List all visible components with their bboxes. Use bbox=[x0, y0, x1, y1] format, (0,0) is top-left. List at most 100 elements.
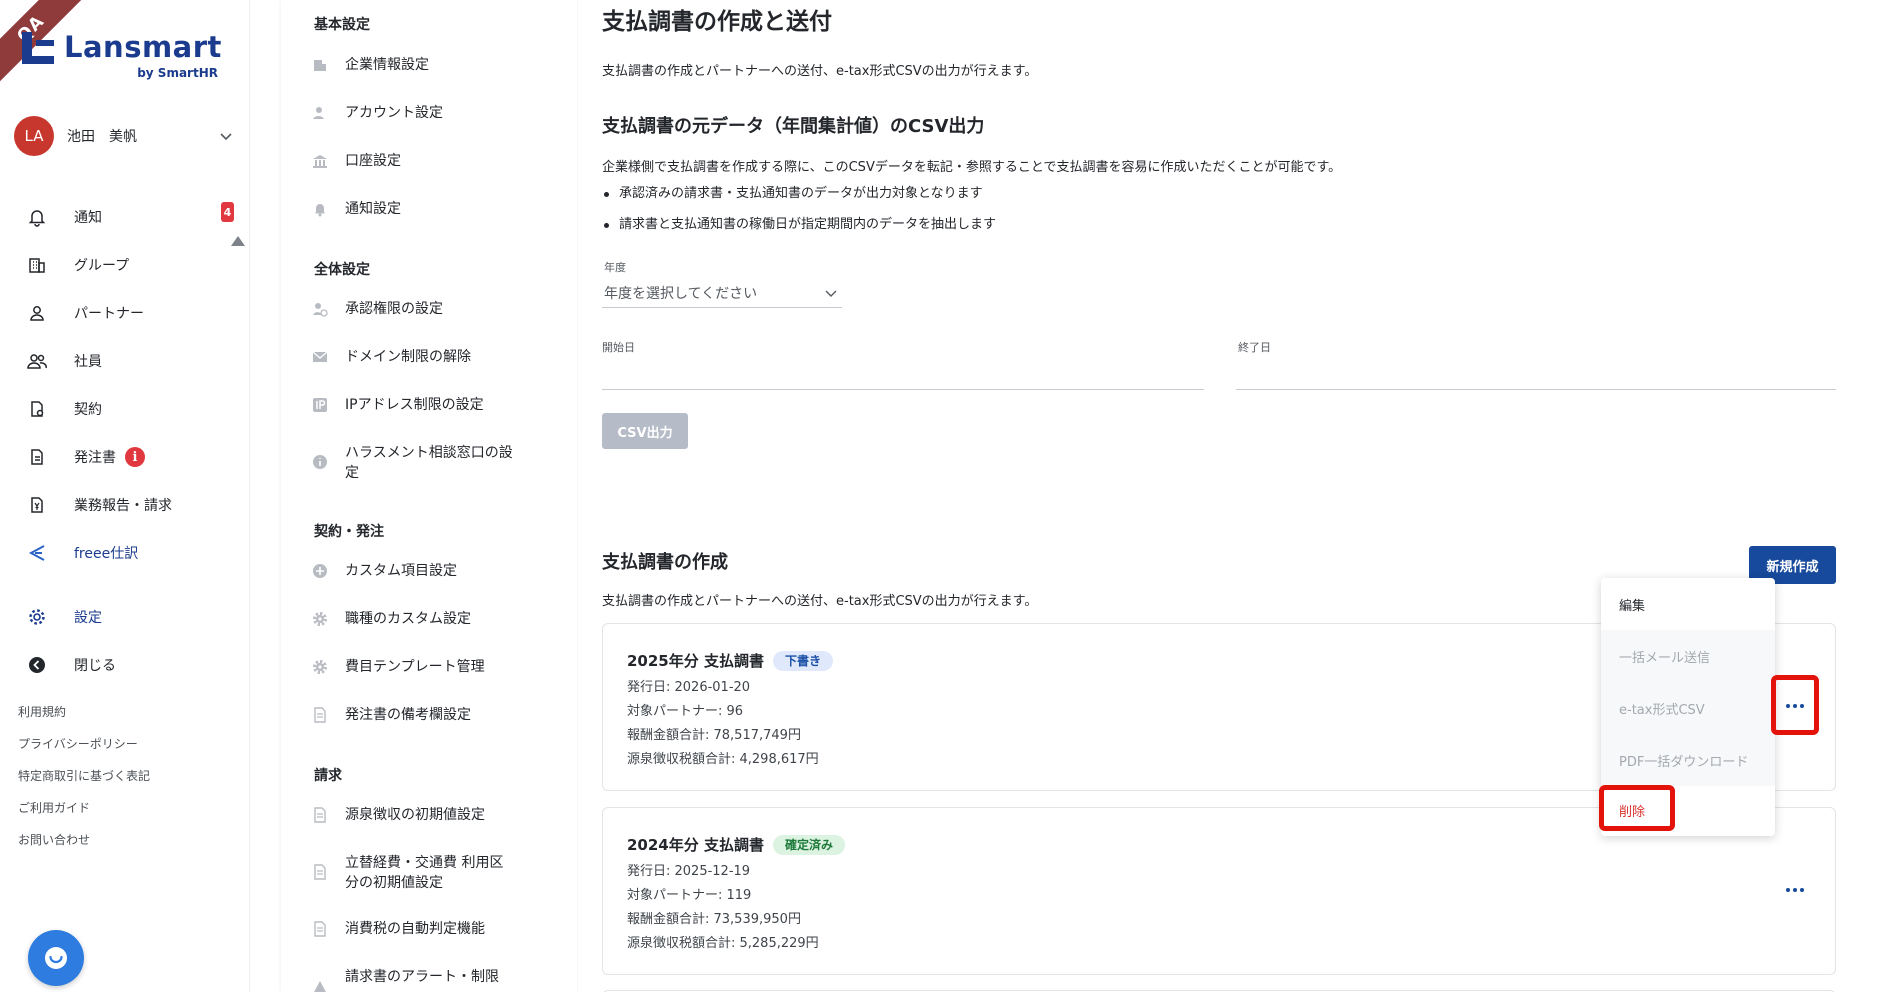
nav-item-label: 閉じる bbox=[74, 658, 116, 674]
settings-item-bank[interactable]: 口座設定 bbox=[311, 151, 541, 171]
settings-item-account[interactable]: アカウント設定 bbox=[311, 103, 541, 123]
settings-section-heading: 契約・発注 bbox=[314, 524, 384, 540]
settings-item-withholding[interactable]: 源泉徴収の初期値設定 bbox=[311, 805, 541, 825]
warning-icon bbox=[311, 979, 329, 992]
total-payment: 報酬金額合計: 78,517,749円 bbox=[627, 728, 801, 743]
settings-item-label: 企業情報設定 bbox=[345, 57, 429, 73]
page-title: 支払調書の作成と送付 bbox=[602, 9, 832, 35]
nav-item-label: グループ bbox=[74, 258, 130, 274]
avatar: LA bbox=[14, 116, 54, 156]
settings-item-approval[interactable]: 承認権限の設定 bbox=[311, 299, 541, 319]
settings-item-job-types[interactable]: 職種のカスタム設定 bbox=[311, 609, 541, 629]
mail-icon bbox=[311, 348, 329, 366]
card-meta: 発行日: 2026-01-20 対象パートナー: 96 報酬金額合計: 78,5… bbox=[627, 678, 819, 774]
logo-wordmark: Lansmart bbox=[64, 30, 222, 64]
nav-item-reports-invoices[interactable]: 業務報告・請求 bbox=[0, 481, 240, 529]
document-icon bbox=[311, 920, 329, 938]
nav-item-purchase-orders[interactable]: 発注書 i bbox=[0, 433, 240, 481]
total-withholding: 源泉徴収税額合計: 4,298,617円 bbox=[627, 752, 819, 767]
settings-section-heading: 全体設定 bbox=[314, 262, 370, 278]
menu-item-edit[interactable]: 編集 bbox=[1601, 578, 1775, 630]
settings-item-expense-defaults[interactable]: 立替経費・交通費 利用区分の初期値設定 bbox=[311, 853, 541, 893]
csv-section-description: 企業様側で支払調書を作成する際に、このCSVデータを転記・参照することで支払調書… bbox=[602, 160, 1342, 175]
start-date-input[interactable] bbox=[602, 360, 1204, 390]
nav-item-label: 通知 bbox=[74, 210, 102, 226]
user-name: 池田 美帆 bbox=[67, 129, 137, 145]
people-icon bbox=[26, 350, 48, 372]
partner-count: 対象パートナー: 96 bbox=[627, 704, 744, 719]
bell-icon bbox=[26, 206, 48, 228]
settings-item-label: 請求書のアラート・制限 bbox=[345, 969, 499, 985]
settings-item-po-notes[interactable]: 発注書の備考欄設定 bbox=[311, 705, 541, 725]
nav-item-label: 発注書 bbox=[74, 450, 116, 466]
footer-link-commerce-law[interactable]: 特定商取引に基づく表記 bbox=[18, 766, 150, 798]
menu-item-etax-csv[interactable]: e-tax形式CSV bbox=[1601, 682, 1775, 734]
end-date-label: 終了日 bbox=[1238, 341, 1271, 354]
settings-item-label: 職種のカスタム設定 bbox=[345, 611, 471, 627]
logo[interactable]: Lansmart by SmartHR bbox=[20, 30, 230, 86]
settings-item-tax-auto[interactable]: 消費税の自動判定機能 bbox=[311, 919, 541, 939]
settings-item-label: ドメイン制限の解除 bbox=[345, 349, 471, 365]
settings-item-label: 源泉徴収の初期値設定 bbox=[345, 807, 485, 823]
user-menu[interactable]: LA 池田 美帆 bbox=[14, 116, 234, 156]
card-title-row: 2024年分 支払調書 確定済み bbox=[627, 834, 845, 855]
ip-icon bbox=[311, 396, 329, 414]
building-icon bbox=[26, 254, 48, 276]
nav-item-employees[interactable]: 社員 bbox=[0, 337, 240, 385]
card-title: 2025年分 支払調書 bbox=[627, 652, 764, 670]
footer-link-guide[interactable]: ご利用ガイド bbox=[18, 798, 150, 830]
settings-item-invoice-alert[interactable]: 請求書のアラート・制限 bbox=[311, 967, 541, 992]
card-meta: 発行日: 2025-12-19 対象パートナー: 119 報酬金額合計: 73,… bbox=[627, 862, 819, 958]
footer-link-contact[interactable]: お問い合わせ bbox=[18, 830, 150, 862]
settings-item-custom-fields[interactable]: カスタム項目設定 bbox=[311, 561, 541, 581]
csv-notes-list: 承認済みの請求書・支払通知書のデータが出力対象となります 請求書と支払通知書の稼… bbox=[602, 184, 996, 246]
nav-item-groups[interactable]: グループ bbox=[0, 241, 240, 289]
create-section-description: 支払調書の作成とパートナーへの送付、e-tax形式CSVの出力が行えます。 bbox=[602, 594, 1038, 609]
nav-item-contracts[interactable]: 契約 bbox=[0, 385, 240, 433]
gear-icon bbox=[311, 658, 329, 676]
more-actions-button[interactable] bbox=[1780, 875, 1810, 905]
logo-mark-icon bbox=[22, 32, 54, 64]
footer-link-terms[interactable]: 利用規約 bbox=[18, 702, 150, 734]
settings-item-notifications[interactable]: 通知設定 bbox=[311, 199, 541, 219]
end-date-input[interactable] bbox=[1236, 360, 1836, 390]
settings-item-label: 口座設定 bbox=[345, 153, 401, 169]
nav-item-partners[interactable]: パートナー bbox=[0, 289, 240, 337]
settings-item-expense-templates[interactable]: 費目テンプレート管理 bbox=[311, 657, 541, 677]
nav-item-close[interactable]: 閉じる bbox=[0, 641, 240, 689]
nav-item-settings[interactable]: 設定 bbox=[0, 593, 240, 641]
settings-section-heading: 基本設定 bbox=[314, 17, 370, 33]
notification-count-badge: 4 bbox=[221, 202, 234, 222]
settings-item-label: 費目テンプレート管理 bbox=[345, 659, 485, 675]
chat-icon bbox=[45, 947, 67, 969]
footer-link-privacy[interactable]: プライバシーポリシー bbox=[18, 734, 150, 766]
settings-item-label: 発注書の備考欄設定 bbox=[345, 707, 471, 723]
nav-item-notifications[interactable]: 通知 4 bbox=[0, 193, 240, 241]
nav-item-label: 業務報告・請求 bbox=[74, 498, 172, 514]
settings-item-ip[interactable]: IPアドレス制限の設定 bbox=[311, 395, 541, 415]
settings-item-domain[interactable]: ドメイン制限の解除 bbox=[311, 347, 541, 367]
nav-item-freee[interactable]: freee仕訳 bbox=[0, 529, 240, 577]
document-icon bbox=[311, 706, 329, 724]
settings-item-label: 通知設定 bbox=[345, 201, 401, 217]
scroll-up-icon[interactable] bbox=[231, 236, 245, 246]
settings-item-label: ハラスメント相談窓口の設定 bbox=[345, 445, 513, 481]
settings-item-company[interactable]: 企業情報設定 bbox=[311, 55, 541, 75]
nav-item-label: freee仕訳 bbox=[74, 546, 139, 562]
menu-item-bulk-mail[interactable]: 一括メール送信 bbox=[1601, 630, 1775, 682]
gear-icon bbox=[311, 610, 329, 628]
list-item: 請求書と支払通知書の稼働日が指定期間内のデータを抽出します bbox=[602, 215, 996, 246]
year-select[interactable]: 年度を選択してください bbox=[602, 280, 842, 308]
issue-date: 発行日: 2026-01-20 bbox=[627, 680, 751, 695]
highlight-more-button bbox=[1771, 675, 1819, 735]
chat-support-button[interactable] bbox=[28, 930, 84, 986]
settings-item-label: 消費税の自動判定機能 bbox=[345, 921, 485, 937]
menu-item-pdf-download[interactable]: PDF一括ダウンロード bbox=[1601, 734, 1775, 786]
list-item: 承認済みの請求書・支払通知書のデータが出力対象となります bbox=[602, 184, 996, 215]
csv-export-button[interactable]: CSV出力 bbox=[602, 413, 688, 449]
plus-circle-icon bbox=[311, 562, 329, 580]
settings-item-harassment[interactable]: ハラスメント相談窓口の設定 bbox=[311, 443, 541, 483]
settings-item-label: IPアドレス制限の設定 bbox=[345, 397, 484, 413]
status-badge: 確定済み bbox=[772, 834, 845, 855]
nav-item-label: パートナー bbox=[74, 306, 144, 322]
